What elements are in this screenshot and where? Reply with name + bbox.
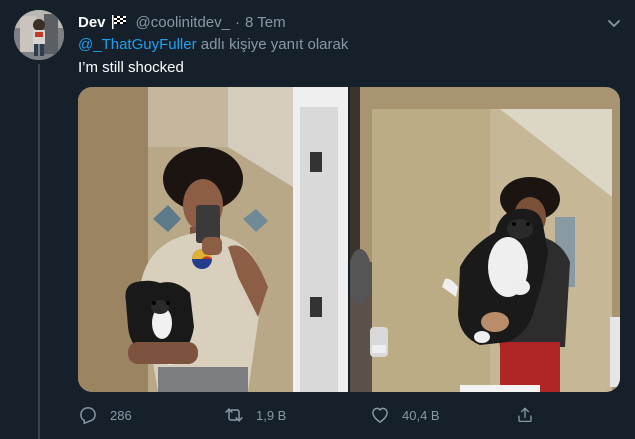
tweet-header: Dev @coolinitdev_ · 8 Tem — [78, 12, 635, 32]
share-icon — [518, 407, 532, 423]
checkered-flag-icon — [111, 15, 128, 29]
avatar-image — [14, 10, 64, 60]
photo-right-image — [350, 87, 620, 392]
photo-left[interactable] — [78, 87, 348, 392]
reply-button[interactable]: 286 — [78, 405, 224, 425]
heart-icon — [372, 407, 388, 423]
retweet-button[interactable]: 1,9 B — [224, 405, 370, 425]
thread-line — [38, 64, 40, 439]
chevron-down-icon[interactable] — [605, 14, 623, 32]
avatar[interactable] — [14, 10, 64, 60]
user-handle[interactable]: @coolinitdev_ — [136, 14, 230, 31]
tweet-actions: 286 1,9 B 40,4 B — [78, 403, 548, 427]
retweet-icon — [225, 408, 243, 422]
display-name[interactable]: Dev — [78, 14, 106, 31]
retweet-count: 1,9 B — [256, 407, 287, 423]
separator-dot: · — [234, 13, 240, 31]
reply-count: 286 — [110, 407, 132, 423]
reply-context-label: adlı kişiye yanıt olarak — [196, 36, 349, 53]
reply-icon — [80, 407, 96, 425]
reply-context: @_ThatGuyFuller adlı kişiye yanıt olarak — [78, 36, 348, 53]
tweet[interactable]: Dev @coolinitdev_ · 8 Tem @_ThatGuyFulle… — [0, 0, 635, 439]
tweet-date[interactable]: 8 Tem — [245, 14, 286, 31]
reply-mention-link[interactable]: @_ThatGuyFuller — [78, 36, 197, 53]
media-gallery — [78, 87, 620, 392]
share-button[interactable] — [516, 405, 546, 425]
photo-right[interactable] — [350, 87, 620, 392]
tweet-text: I’m still shocked — [78, 59, 184, 76]
like-button[interactable]: 40,4 B — [370, 405, 516, 425]
like-count: 40,4 B — [402, 407, 440, 423]
photo-left-image — [78, 87, 348, 392]
